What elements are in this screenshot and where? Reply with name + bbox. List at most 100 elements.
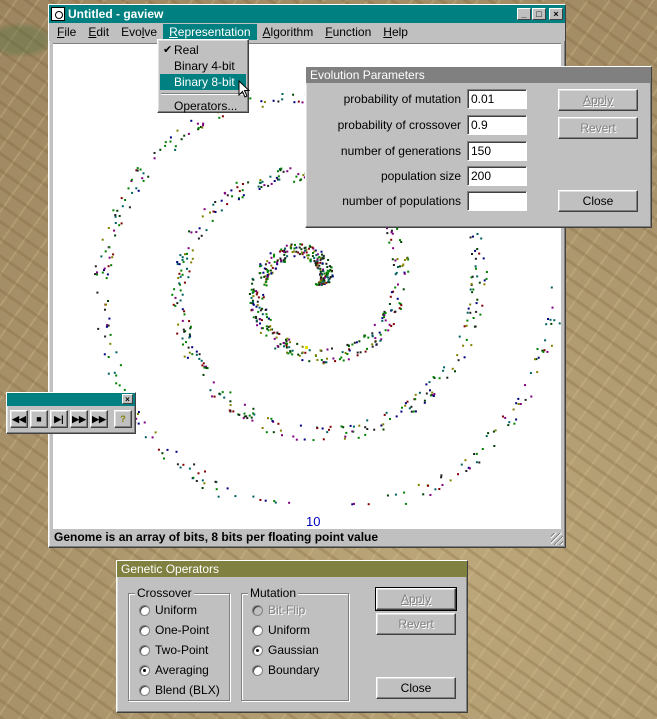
individual-point (374, 337, 377, 340)
mutation-input[interactable]: 0.01 (467, 89, 527, 109)
individual-point (200, 359, 203, 362)
ops-revert-button[interactable]: Revert (376, 613, 456, 635)
menu-algorithm[interactable]: Algorithm (257, 24, 320, 40)
menu-edit[interactable]: Edit (82, 24, 115, 40)
individual-point (252, 316, 255, 319)
individual-point (379, 339, 382, 342)
individual-point (270, 264, 273, 267)
individual-point (115, 382, 118, 385)
close-button[interactable]: × (549, 8, 563, 20)
individual-point (293, 255, 296, 258)
evo-close-button[interactable]: Close (558, 190, 638, 212)
individual-point (218, 392, 221, 395)
menu-file[interactable]: File (51, 24, 82, 40)
mutation-uniform-radio[interactable]: Uniform (252, 623, 310, 637)
help-icon[interactable]: ? (114, 410, 132, 428)
generations-input[interactable]: 150 (467, 141, 527, 161)
crossover-uniform-radio[interactable]: Uniform (139, 603, 197, 617)
stop-button[interactable]: ■ (30, 410, 48, 428)
crossover-two-point-radio[interactable]: Two-Point (139, 643, 208, 657)
mutation-label: probability of mutation (343, 92, 461, 106)
individual-point (517, 403, 520, 405)
individual-point (403, 272, 406, 275)
mutation-bit-flip-radio[interactable]: Bit-Flip (252, 603, 305, 617)
individual-point (542, 350, 545, 353)
individual-point (321, 273, 324, 276)
individual-point (266, 260, 269, 263)
mutation-boundary-radio[interactable]: Boundary (252, 663, 319, 677)
individual-point (440, 474, 443, 477)
individual-point (188, 270, 191, 273)
individual-point (295, 250, 298, 253)
individual-point (215, 488, 218, 491)
menu-help[interactable]: Help (377, 24, 414, 40)
individual-point (304, 249, 307, 252)
populations-input[interactable] (467, 191, 527, 211)
evolution-parameters-title[interactable]: Evolution Parameters (306, 67, 651, 83)
individual-point (400, 304, 403, 307)
menu-item-real[interactable]: ✔ Real (160, 42, 246, 58)
individual-point (174, 145, 177, 148)
individual-point (318, 256, 321, 259)
evo-revert-button[interactable]: Revert (558, 117, 638, 139)
generations-label: number of generations (340, 144, 461, 158)
individual-point (326, 431, 329, 434)
toolbar-title-bar[interactable]: × (7, 393, 135, 406)
individual-point (390, 325, 393, 327)
individual-point (184, 253, 186, 256)
individual-point (179, 299, 182, 302)
individual-point (260, 186, 263, 188)
crossover-input[interactable]: 0.9 (467, 115, 527, 135)
individual-point (485, 277, 488, 280)
menu-evolve[interactable]: Evolve (115, 24, 163, 40)
individual-point (319, 349, 322, 352)
step-button[interactable]: ▶| (50, 410, 68, 428)
minimize-button[interactable]: _ (517, 8, 531, 20)
ops-apply-button[interactable]: Apply (375, 587, 457, 611)
ops-close-button[interactable]: Close (376, 677, 456, 699)
fast-forward-button[interactable]: ▶▶ (70, 410, 88, 428)
individual-point (475, 452, 478, 455)
individual-point (285, 244, 288, 247)
toolbar-close-button[interactable]: × (122, 394, 133, 404)
menu-item-binary-4bit[interactable]: Binary 4-bit (160, 58, 246, 74)
individual-point (295, 175, 298, 178)
individual-point (255, 290, 258, 293)
menu-function[interactable]: Function (319, 24, 377, 40)
genetic-operators-title[interactable]: Genetic Operators (117, 561, 467, 577)
individual-point (381, 319, 384, 322)
resize-grip[interactable] (551, 533, 563, 545)
crossover-blend-radio[interactable]: Blend (BLX) (139, 683, 220, 697)
play-button[interactable]: ▶▶ (90, 410, 108, 428)
menu-representation[interactable]: Representation (163, 24, 257, 40)
individual-point (176, 302, 179, 305)
individual-point (270, 256, 273, 259)
radio-button-icon (252, 624, 263, 636)
individual-point (261, 427, 264, 429)
individual-point (218, 116, 221, 119)
maximize-button[interactable]: □ (532, 8, 546, 20)
main-title-bar[interactable]: Untitled - gaview _ □ × (49, 5, 565, 23)
individual-point (181, 337, 184, 340)
evo-apply-button[interactable]: Apply (558, 89, 638, 111)
individual-point (188, 336, 191, 339)
individual-point (502, 415, 504, 418)
individual-point (351, 343, 354, 346)
individual-point (284, 257, 287, 260)
individual-point (282, 170, 285, 173)
app-icon[interactable] (51, 7, 65, 21)
crossover-averaging-radio[interactable]: Averaging (139, 663, 209, 677)
individual-point (469, 311, 472, 314)
menu-item-operators[interactable]: Operators... (160, 98, 246, 114)
individual-point (466, 311, 469, 314)
individual-point (252, 288, 255, 291)
mutation-gaussian-radio[interactable]: Gaussian (252, 643, 319, 657)
population-size-input[interactable]: 200 (467, 166, 527, 186)
param-population-size-row: population size 200 (381, 166, 527, 186)
crossover-one-point-radio[interactable]: One-Point (139, 623, 209, 637)
individual-point (186, 356, 189, 359)
rewind-button[interactable]: ◀◀ (10, 410, 28, 428)
individual-point (414, 398, 417, 401)
menu-item-binary-8bit[interactable]: Binary 8-bit (160, 74, 246, 90)
individual-point (234, 495, 237, 498)
